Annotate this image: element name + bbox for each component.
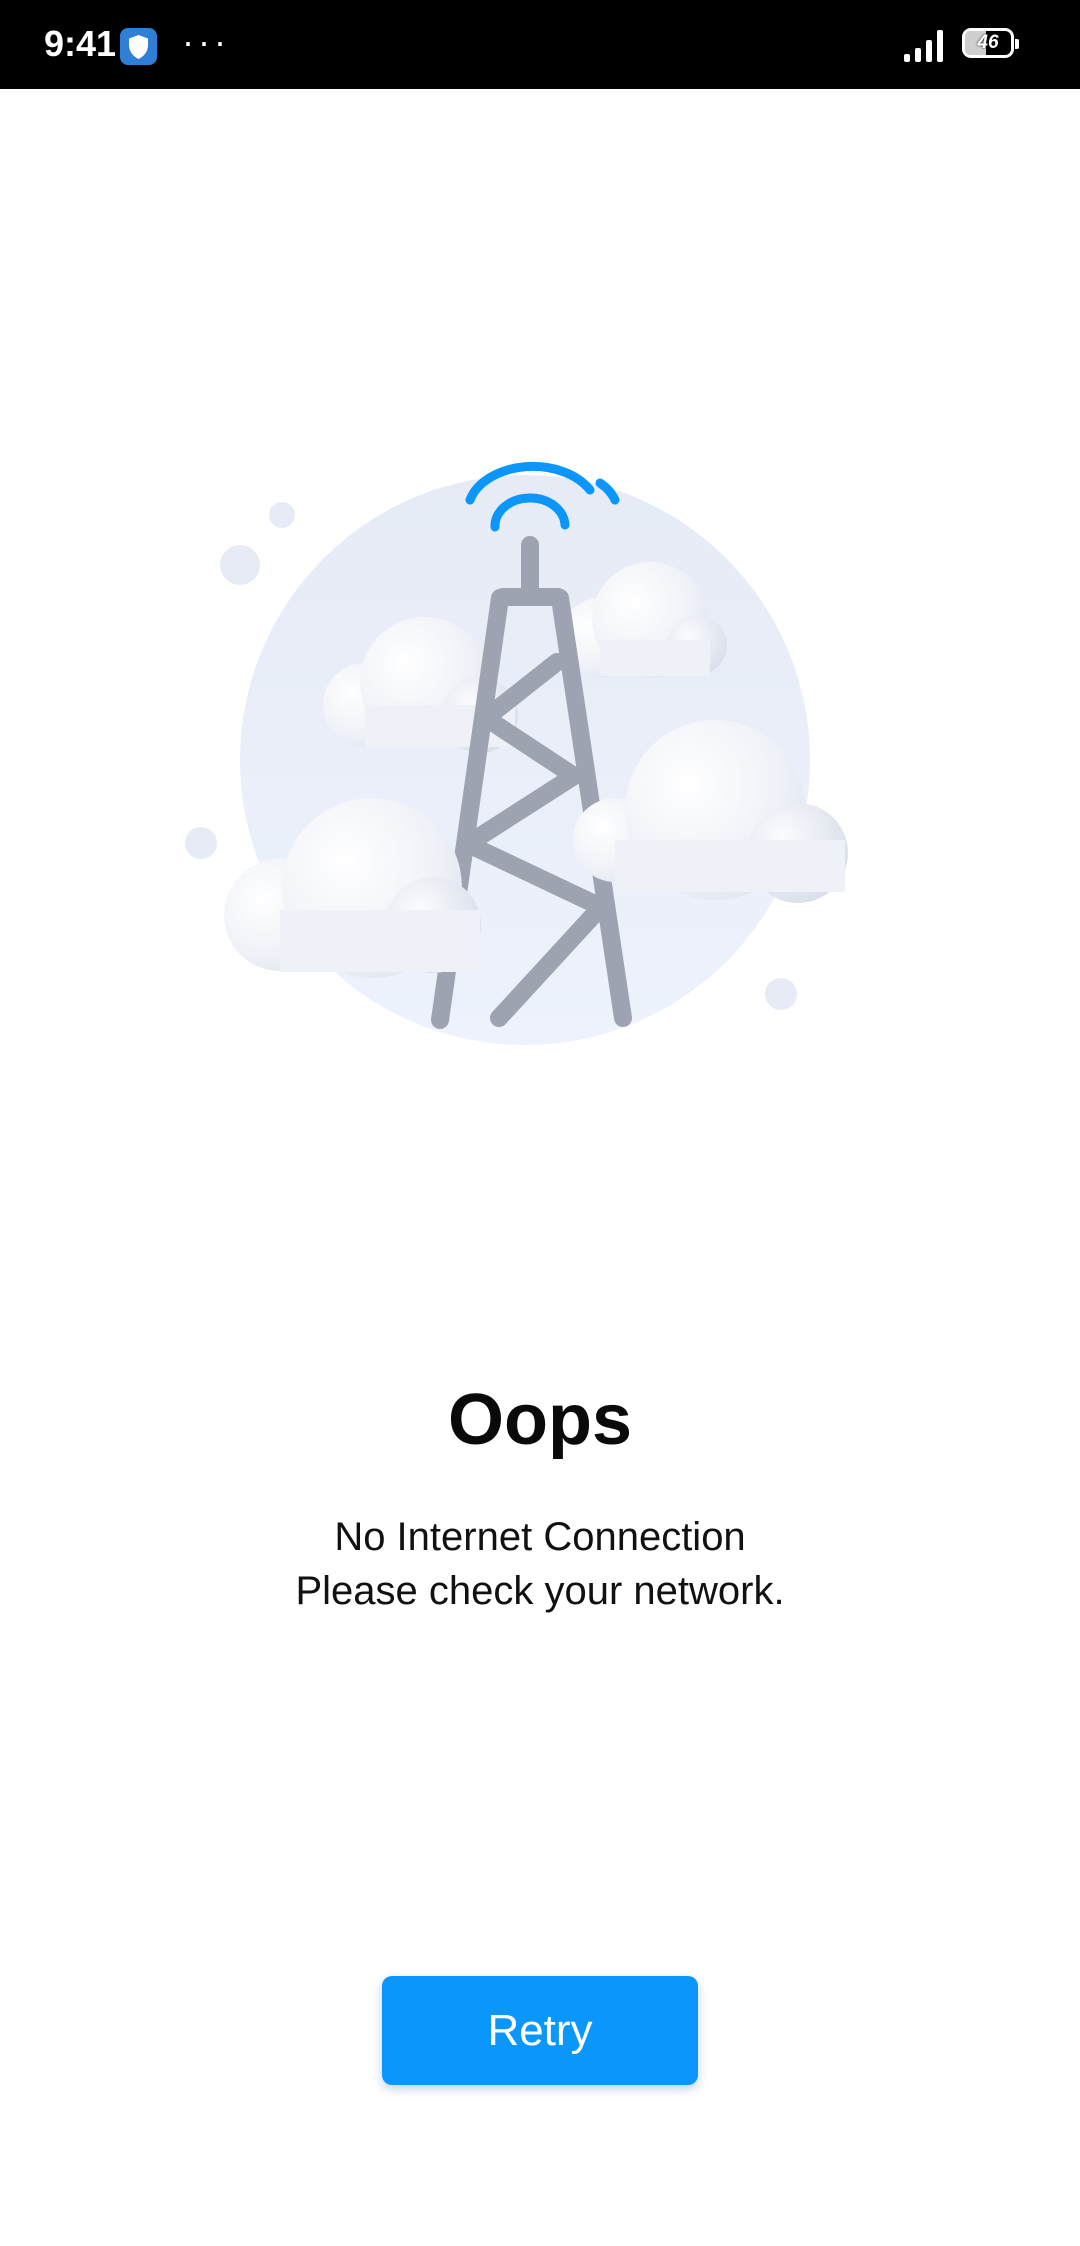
error-message-line-2: Please check your network. [295, 1569, 785, 1613]
status-bar: 9:41 ··· 46 [0, 0, 1080, 89]
battery-icon: 46 [962, 28, 1019, 58]
shield-icon [120, 28, 157, 65]
floating-dot [185, 827, 217, 859]
no-connection-screen: 9:41 ··· 46 Oops No Internet Connection … [0, 0, 1080, 2246]
floating-dot [765, 978, 797, 1010]
error-message: No Internet Connection Please check your… [0, 1510, 1080, 1618]
status-time: 9:41 [44, 23, 117, 64]
error-message-line-1: No Internet Connection [334, 1515, 746, 1559]
retry-button[interactable]: Retry [382, 1976, 698, 2085]
battery-percentage: 46 [977, 32, 999, 53]
floating-dot [269, 502, 295, 528]
cell-tower-with-clouds-icon [185, 461, 848, 1045]
cellular-signal-icon [904, 30, 948, 67]
more-notifications-indicator: ··· [182, 21, 230, 62]
error-title: Oops [447, 1380, 632, 1460]
floating-dot [220, 545, 260, 585]
